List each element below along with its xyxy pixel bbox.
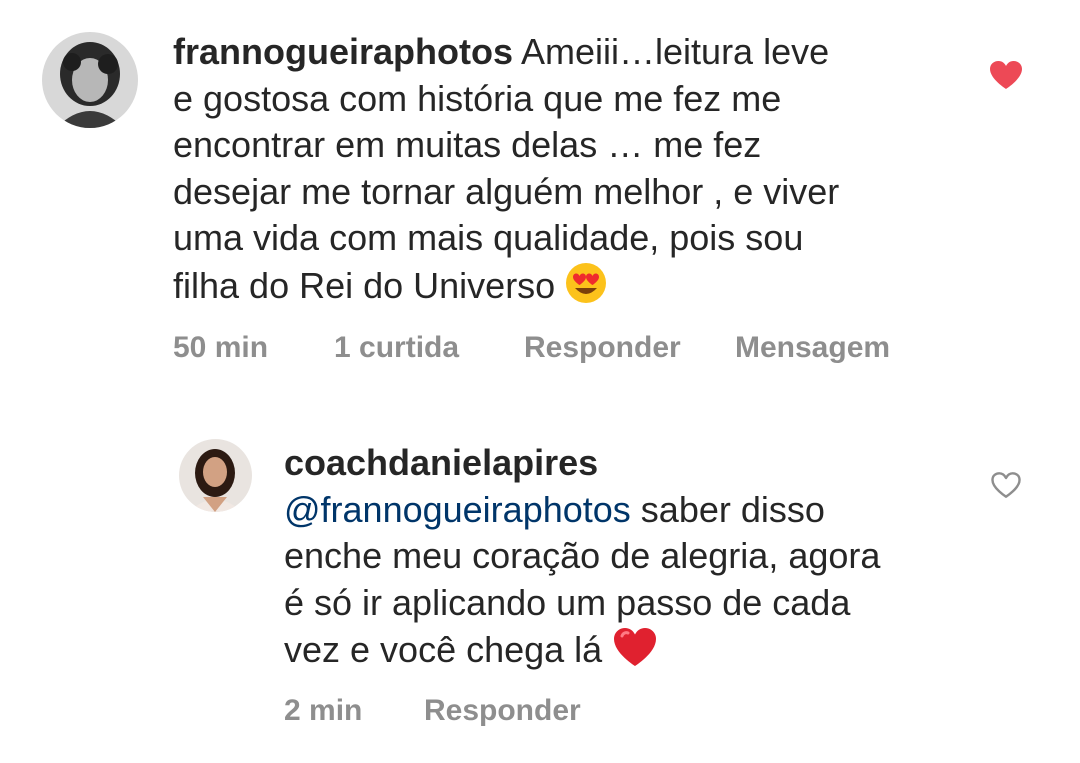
heart-outline-icon[interactable] [990, 471, 1022, 504]
heart-filled-icon[interactable] [989, 60, 1023, 95]
comment-meta: 50 min 1 curtida Responder Mensagem [173, 331, 973, 371]
avatar[interactable] [42, 32, 138, 128]
comment-line: encontrar em muitas delas … me fez [173, 124, 762, 165]
comment-line: é só ir aplicando um passo de cada [284, 581, 851, 623]
comment-line: Ameiii…leitura leve [521, 31, 830, 72]
comment-line: filha do Rei do Universo [173, 264, 556, 306]
likes-count-button[interactable]: 1 curtida [334, 331, 459, 365]
comment-line: enche meu coração de alegria, agora [284, 535, 881, 576]
avatar[interactable] [179, 439, 252, 512]
comment-username[interactable]: coachdanielapires [284, 442, 598, 483]
comment-line: e gostosa com história que me fez me [173, 77, 782, 119]
red-heart-emoji [612, 626, 658, 680]
reply-button[interactable]: Responder [424, 694, 581, 728]
comment-line: vez e você chega lá [284, 629, 603, 670]
message-button[interactable]: Mensagem [735, 331, 890, 365]
comment-username[interactable]: frannogueiraphotos [173, 31, 513, 72]
comment-text: coachdanielapires @frannogueiraphotos sa… [284, 440, 984, 680]
comment-line: saber disso [640, 488, 825, 530]
comment-text: frannogueiraphotos Ameiii…leitura leve e… [173, 29, 973, 315]
reply-button[interactable]: Responder [524, 331, 681, 365]
comment-time: 50 min [173, 331, 269, 364]
comment-meta: 2 min Responder [284, 694, 784, 734]
comment-line: desejar me tornar alguém melhor , e vive… [173, 170, 840, 212]
comment-time: 2 min [284, 694, 363, 727]
comment-line: uma vida com mais qualidade, pois sou [173, 217, 804, 258]
heart-eyes-emoji [565, 262, 607, 316]
mention-link[interactable]: @frannogueiraphotos [284, 489, 631, 530]
